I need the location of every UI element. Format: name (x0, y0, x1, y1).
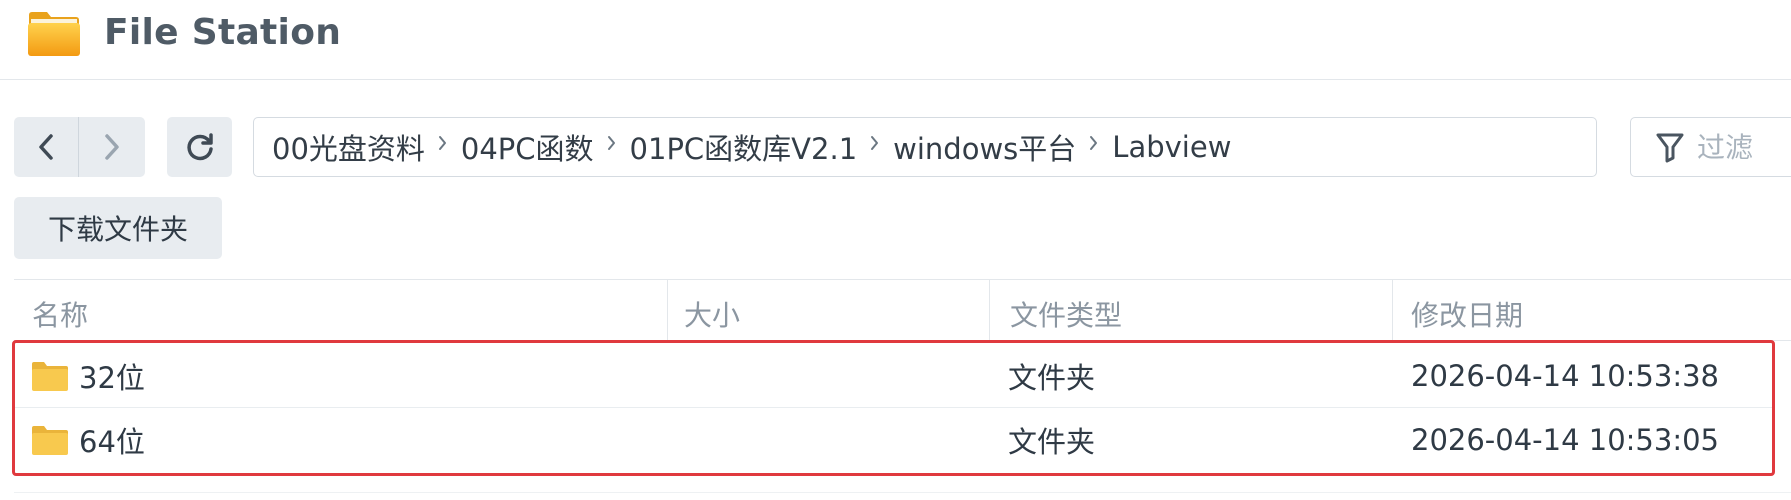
back-button[interactable] (14, 117, 79, 177)
filter-box[interactable] (1630, 117, 1791, 177)
filter-input[interactable] (1697, 130, 1791, 164)
column-header-modified[interactable]: 修改日期 (1411, 294, 1523, 334)
folder-app-icon (28, 12, 80, 56)
column-divider[interactable] (1392, 280, 1393, 340)
title-bar: File Station (0, 0, 1791, 80)
forward-button[interactable] (79, 117, 144, 177)
breadcrumb: 00光盘资料 04PC函数 01PC函数库V2.1 windows平台 Labv… (253, 117, 1597, 177)
chevron-left-icon (39, 134, 53, 160)
app-title: File Station (104, 12, 342, 53)
column-header-type[interactable]: 文件类型 (1010, 294, 1122, 334)
history-nav-group (14, 117, 145, 177)
selection-highlight (12, 340, 1775, 476)
chevron-right-icon (438, 136, 446, 150)
refresh-button[interactable] (167, 117, 232, 177)
column-header-name[interactable]: 名称 (32, 294, 88, 334)
column-divider[interactable] (989, 280, 990, 340)
refresh-icon (186, 133, 213, 161)
column-divider[interactable] (667, 280, 668, 340)
download-folder-button[interactable]: 下载文件夹 (14, 197, 222, 259)
breadcrumb-item[interactable]: 04PC函数 (461, 126, 594, 168)
table-divider (14, 279, 1791, 280)
chevron-right-icon (1090, 136, 1098, 150)
breadcrumb-item[interactable]: 01PC函数库V2.1 (630, 126, 858, 168)
breadcrumb-item[interactable]: 00光盘资料 (272, 126, 425, 168)
chevron-right-icon (607, 136, 615, 150)
column-header-size[interactable]: 大小 (684, 294, 740, 334)
chevron-right-icon (104, 134, 119, 160)
breadcrumb-item-current[interactable]: Labview (1112, 130, 1231, 164)
breadcrumb-item[interactable]: windows平台 (893, 126, 1076, 168)
table-divider (14, 492, 1791, 493)
filter-icon (1656, 133, 1684, 163)
chevron-right-icon (871, 136, 879, 150)
